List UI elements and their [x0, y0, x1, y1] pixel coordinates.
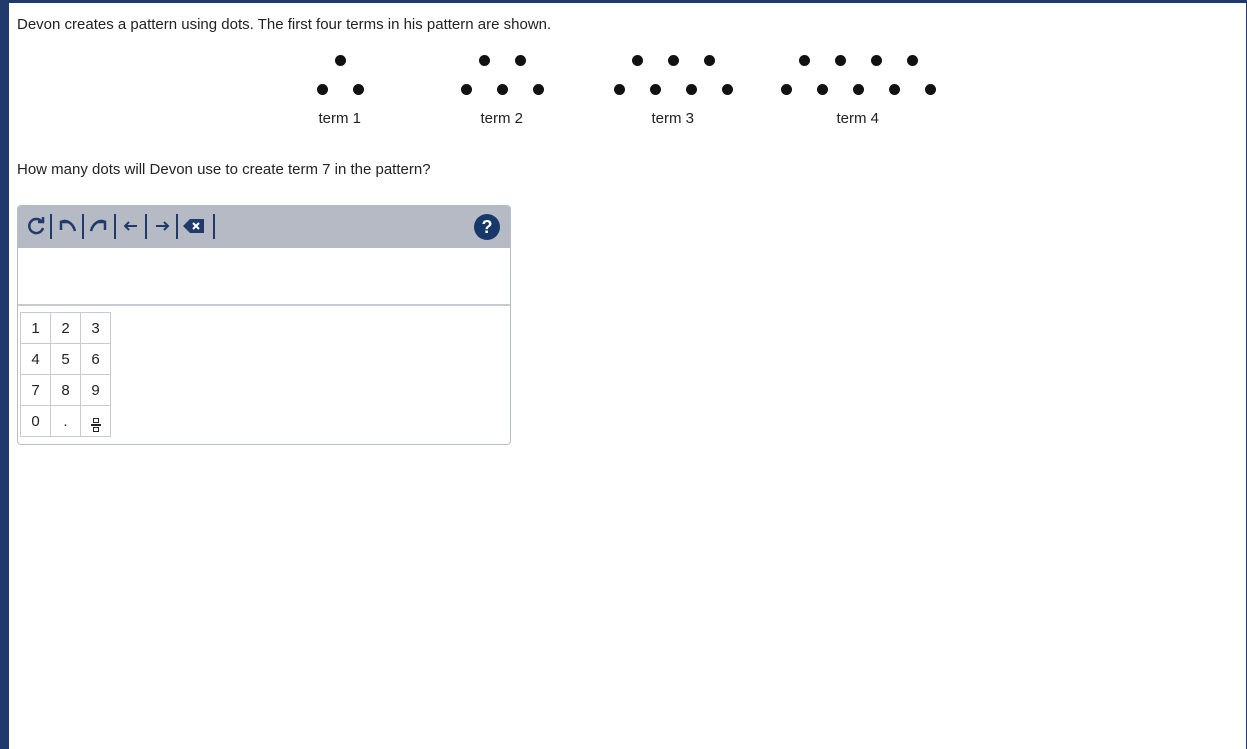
term-4-top-dot	[906, 55, 918, 66]
fraction-icon	[90, 418, 101, 432]
term-3-top-dot	[703, 55, 715, 66]
term-3-bottom-dot	[721, 84, 733, 95]
term-2-bottom-dot	[496, 84, 508, 95]
term-3-bottom-dot	[649, 84, 661, 95]
key-6[interactable]: 6	[80, 343, 111, 375]
key-2[interactable]: 2	[50, 312, 81, 344]
equation-editor: ? 1 2 3 4 5 6 7 8 9 0 .	[17, 205, 511, 445]
key-fraction[interactable]	[80, 405, 111, 437]
toolbar-separator	[213, 214, 215, 239]
toolbar-separator	[82, 214, 84, 239]
key-5[interactable]: 5	[50, 343, 81, 375]
dot-pattern-figure: term 1 term 2 term 3 term 4	[300, 48, 960, 138]
left-arrow-icon[interactable]	[119, 212, 143, 240]
right-arrow-icon[interactable]	[150, 212, 174, 240]
term-3-bottom-dot	[685, 84, 697, 95]
toolbar-separator	[176, 214, 178, 239]
term-1-bottom-dot	[352, 84, 364, 95]
term-2-top-dot	[478, 55, 490, 66]
term-4-bottom-dot	[816, 84, 828, 95]
key-1[interactable]: 1	[20, 312, 51, 344]
keypad: 1 2 3 4 5 6 7 8 9 0 .	[20, 312, 111, 437]
toolbar-separator	[145, 214, 147, 239]
term-3-bottom-dot	[613, 84, 625, 95]
toolbar-separator	[114, 214, 116, 239]
backspace-icon[interactable]	[182, 212, 206, 240]
term-3-top-dot	[667, 55, 679, 66]
answer-field[interactable]	[18, 248, 510, 306]
term-3-top-dot	[631, 55, 643, 66]
term-4-top-dot	[834, 55, 846, 66]
term-1-bottom-dot	[316, 84, 328, 95]
term-4-bottom-dot	[780, 84, 792, 95]
term-4-top-dot	[870, 55, 882, 66]
term-1-top-dot	[334, 55, 346, 66]
term-4-top-dot	[798, 55, 810, 66]
question-text: How many dots will Devon use to create t…	[17, 161, 431, 178]
term-label: term 2	[480, 110, 524, 127]
term-label: term 1	[318, 110, 362, 127]
term-2-top-dot	[514, 55, 526, 66]
key-0[interactable]: 0	[20, 405, 51, 437]
editor-toolbar: ?	[18, 206, 510, 248]
term-label: term 4	[836, 110, 880, 127]
key-4[interactable]: 4	[20, 343, 51, 375]
term-label: term 3	[651, 110, 695, 127]
key-decimal[interactable]: .	[50, 405, 81, 437]
prompt-text: Devon creates a pattern using dots. The …	[17, 16, 552, 33]
term-4-bottom-dot	[924, 84, 936, 95]
key-9[interactable]: 9	[80, 374, 111, 406]
key-7[interactable]: 7	[20, 374, 51, 406]
help-button[interactable]: ?	[474, 214, 500, 240]
key-3[interactable]: 3	[80, 312, 111, 344]
term-4-bottom-dot	[852, 84, 864, 95]
key-8[interactable]: 8	[50, 374, 81, 406]
term-2-bottom-dot	[532, 84, 544, 95]
toolbar-separator	[50, 214, 52, 239]
term-2-bottom-dot	[460, 84, 472, 95]
undo-icon[interactable]	[55, 212, 79, 240]
reset-icon[interactable]	[24, 212, 48, 240]
redo-icon[interactable]	[87, 212, 111, 240]
term-4-bottom-dot	[888, 84, 900, 95]
